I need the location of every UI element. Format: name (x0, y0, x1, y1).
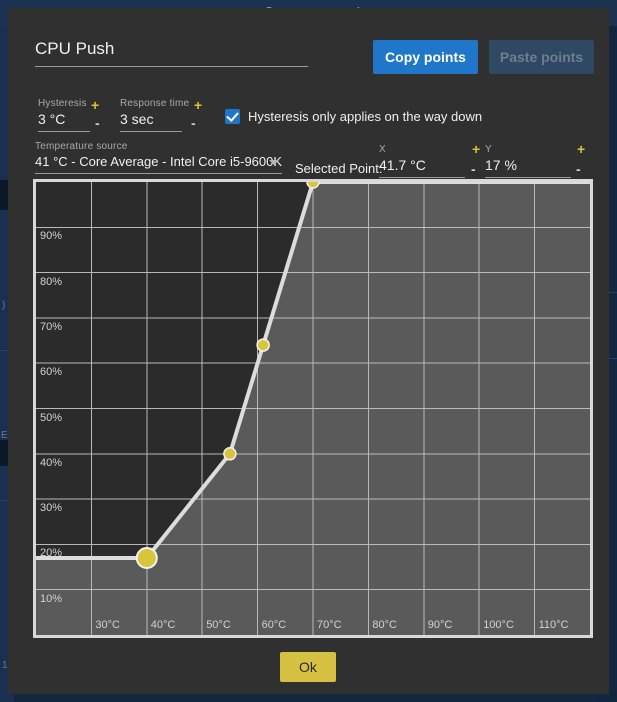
response-time-increase-button[interactable]: + (194, 98, 202, 112)
selected-point-x-label: X (379, 144, 386, 155)
ok-button[interactable]: Ok (280, 652, 336, 682)
selected-point-y-increase-button[interactable]: + (577, 142, 585, 156)
selected-point-y-value[interactable]: 17 % (485, 157, 571, 178)
fan-curve-svg[interactable] (36, 182, 590, 635)
profile-name-field[interactable]: CPU Push (35, 38, 308, 67)
hysteresis-value[interactable]: 3 °C (38, 111, 90, 132)
background-text: ) (2, 300, 6, 311)
hysteresis-way-down-checkbox[interactable] (225, 109, 240, 124)
selected-point-y-decrease-button[interactable]: - (576, 162, 581, 176)
hysteresis-way-down-label[interactable]: Hysteresis only applies on the way down (248, 109, 482, 124)
selected-point-label: Selected Point: (295, 161, 383, 176)
fan-curve-chart[interactable]: 10% 20% 30% 40% 50% 60% 70% 80% 90% 30°C 40°C 50°C 6… (33, 179, 593, 638)
selected-point-x-value[interactable]: 41.7 °C (379, 157, 465, 178)
temperature-source-label: Temperature source (35, 141, 128, 152)
selected-point-y-label: Y (485, 144, 492, 155)
selected-point-x-decrease-button[interactable]: - (471, 162, 476, 176)
selected-point-x-increase-button[interactable]: + (472, 142, 480, 156)
background-text: 1 (2, 660, 8, 671)
hysteresis-increase-button[interactable]: + (91, 98, 99, 112)
fan-curve-plot-area[interactable]: 10% 20% 30% 40% 50% 60% 70% 80% 90% 30°C 40°C 50°C 6… (36, 182, 590, 635)
background-text: E (1, 430, 8, 441)
chevron-down-icon[interactable] (269, 160, 279, 165)
response-time-label: Response time (120, 98, 190, 109)
profile-name-value[interactable]: CPU Push (35, 38, 308, 67)
copy-points-button[interactable]: Copy points (373, 40, 478, 74)
hysteresis-decrease-button[interactable]: - (95, 116, 100, 130)
paste-points-button[interactable]: Paste points (489, 40, 594, 74)
response-time-value[interactable]: 3 sec (120, 111, 182, 132)
temperature-source-select[interactable]: 41 °C - Core Average - Intel Core i5-960… (35, 153, 282, 174)
hysteresis-label: Hysteresis (38, 98, 87, 109)
dialog-header: CPU Push Copy points Paste points (8, 8, 609, 80)
response-time-decrease-button[interactable]: - (191, 116, 196, 130)
temperature-source-value: 41 °C - Core Average - Intel Core i5-960… (35, 154, 283, 169)
fan-curve-dialog: CPU Push Copy points Paste points Hyster… (8, 8, 609, 694)
